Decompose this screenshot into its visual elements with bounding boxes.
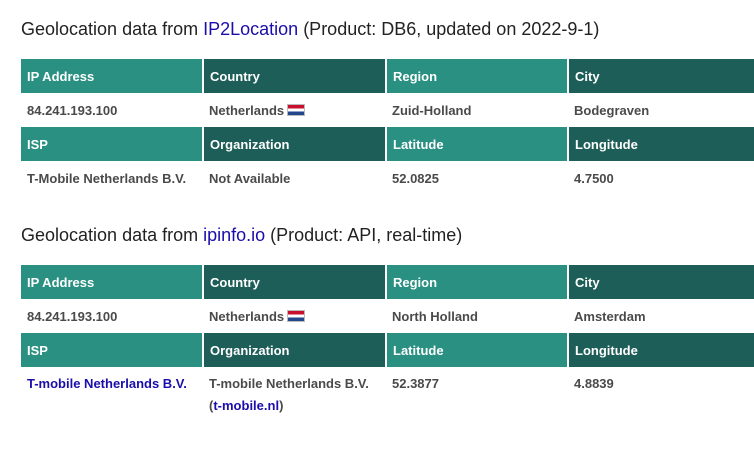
- table-row: T-Mobile Netherlands B.V. Not Available …: [21, 161, 754, 195]
- netherlands-flag-icon: [287, 309, 306, 322]
- header-organization: Organization: [203, 333, 387, 367]
- section-heading: Geolocation data from IP2Location (Produ…: [21, 12, 754, 46]
- value-organization: Not Available: [203, 161, 386, 195]
- header-isp: ISP: [21, 127, 204, 161]
- table-header-row: ISP Organization Latitude Longitude: [21, 333, 754, 367]
- country-name: Netherlands: [209, 308, 285, 324]
- value-isp: T-Mobile Netherlands B.V.: [21, 161, 203, 195]
- ipinfo-link[interactable]: ipinfo.io: [203, 225, 265, 245]
- table-header-row: IP Address Country Region City: [21, 265, 754, 299]
- header-isp: ISP: [21, 333, 204, 367]
- heading-suffix: (Product: API, real-time): [265, 225, 463, 245]
- organization-domain-close: ): [279, 398, 284, 413]
- table-row: 84.241.193.100 Netherlands North Holland…: [21, 299, 754, 333]
- header-region: Region: [386, 265, 569, 299]
- value-longitude: 4.7500: [568, 161, 754, 195]
- header-ip-address: IP Address: [21, 265, 204, 299]
- netherlands-flag-icon: [287, 103, 306, 116]
- header-ip-address: IP Address: [21, 59, 204, 93]
- header-organization: Organization: [203, 127, 387, 161]
- section-heading: Geolocation data from ipinfo.io (Product…: [21, 218, 754, 252]
- header-region: Region: [386, 59, 569, 93]
- header-country: Country: [203, 59, 387, 93]
- table-header-row: IP Address Country Region City: [21, 59, 754, 93]
- ip2location-link[interactable]: IP2Location: [203, 19, 298, 39]
- value-country: Netherlands: [203, 299, 386, 333]
- heading-suffix: (Product: DB6, updated on 2022-9-1): [298, 19, 600, 39]
- ip2location-section: Geolocation data from IP2Location (Produ…: [21, 12, 754, 195]
- value-city: Amsterdam: [568, 299, 754, 333]
- geolocation-table: IP Address Country Region City 84.241.19…: [21, 265, 754, 427]
- value-region: Zuid-Holland: [386, 93, 568, 127]
- value-ip-address: 84.241.193.100: [21, 93, 203, 127]
- ipinfo-section: Geolocation data from ipinfo.io (Product…: [21, 218, 754, 427]
- organization-domain-link[interactable]: t-mobile.nl: [213, 398, 279, 413]
- value-latitude: 52.0825: [386, 161, 568, 195]
- value-latitude: 52.3877: [386, 367, 568, 427]
- table-row: T-mobile Netherlands B.V. T-mobile Nethe…: [21, 367, 754, 427]
- country-name: Netherlands: [209, 102, 285, 118]
- geolocation-table: IP Address Country Region City 84.241.19…: [21, 59, 754, 195]
- heading-prefix: Geolocation data from: [21, 19, 204, 39]
- table-row: 84.241.193.100 Netherlands Zuid-Holland …: [21, 93, 754, 127]
- value-city: Bodegraven: [568, 93, 754, 127]
- heading-prefix: Geolocation data from: [21, 225, 204, 245]
- value-longitude: 4.8839: [568, 367, 754, 427]
- table-header-row: ISP Organization Latitude Longitude: [21, 127, 754, 161]
- value-ip-address: 84.241.193.100: [21, 299, 203, 333]
- isp-link[interactable]: T-mobile Netherlands B.V.: [27, 376, 187, 391]
- header-country: Country: [203, 265, 387, 299]
- organization-name: T-mobile Netherlands B.V.: [209, 376, 369, 391]
- header-longitude: Longitude: [568, 127, 754, 161]
- header-latitude: Latitude: [386, 127, 569, 161]
- value-organization: T-mobile Netherlands B.V. (t-mobile.nl): [203, 367, 386, 427]
- header-latitude: Latitude: [386, 333, 569, 367]
- header-city: City: [568, 265, 754, 299]
- value-country: Netherlands: [203, 93, 386, 127]
- value-isp: T-mobile Netherlands B.V.: [21, 367, 203, 427]
- header-longitude: Longitude: [568, 333, 754, 367]
- header-city: City: [568, 59, 754, 93]
- value-region: North Holland: [386, 299, 568, 333]
